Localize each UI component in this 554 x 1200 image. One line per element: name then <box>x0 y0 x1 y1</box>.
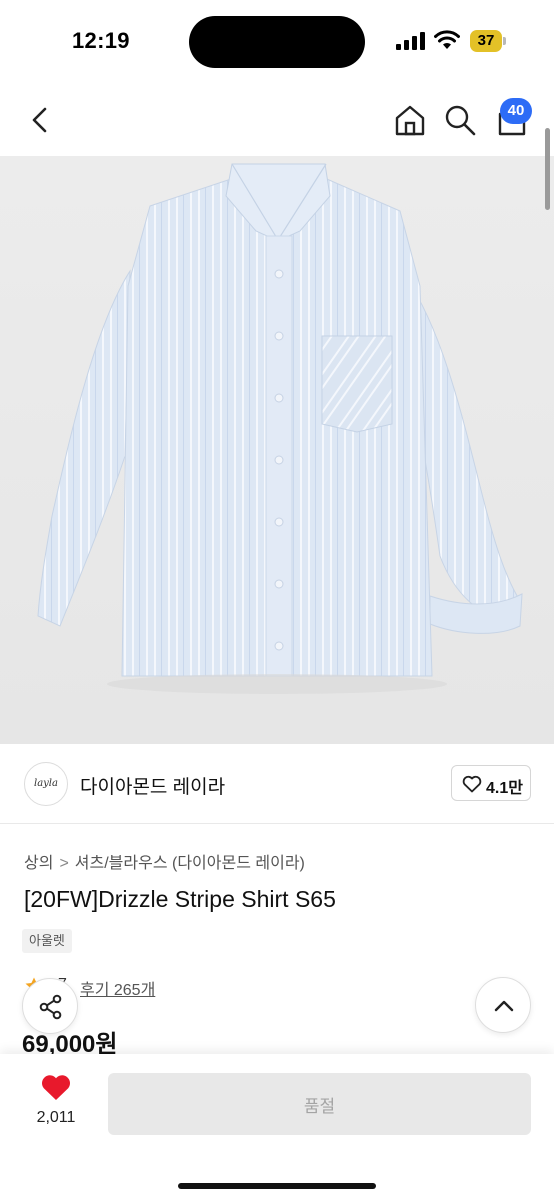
shirt-illustration <box>37 163 523 694</box>
brand-like-button[interactable]: 4.1만 <box>451 765 531 801</box>
heart-outline-icon <box>462 775 482 793</box>
product-image[interactable] <box>0 156 554 744</box>
top-nav-bar <box>0 84 554 156</box>
battery-icon: 37 <box>470 30 506 52</box>
heart-filled-icon[interactable] <box>40 1072 72 1102</box>
breadcrumb-item[interactable]: 상의 <box>24 849 53 873</box>
cart-count-badge: 40 <box>500 98 532 124</box>
home-indicator[interactable] <box>178 1183 376 1189</box>
sold-out-button[interactable]: 품절 <box>108 1073 531 1135</box>
battery-level: 37 <box>477 32 495 49</box>
signal-bars-icon <box>396 32 425 50</box>
breadcrumb: 상의 > 셔츠/블라우스 (다이아몬드 레이라) <box>24 849 305 873</box>
chevron-right-icon: > <box>59 855 69 872</box>
breadcrumb-item[interactable]: 셔츠/블라우스 (다이아몬드 레이라) <box>75 849 305 873</box>
brand-row[interactable]: layla 다이아몬드 레이라 4.1만 <box>0 744 554 824</box>
chevron-up-icon <box>494 1000 514 1012</box>
outlet-tag: 아울렛 <box>22 929 72 953</box>
scroll-to-top-button[interactable] <box>475 977 531 1033</box>
product-title: [20FW]Drizzle Stripe Shirt S65 <box>24 886 336 912</box>
share-icon <box>39 994 62 1020</box>
dynamic-island <box>189 16 365 68</box>
status-time: 12:19 <box>72 28 130 53</box>
wishlist-count: 2,011 <box>36 1109 76 1126</box>
search-icon[interactable] <box>442 102 478 138</box>
page-scrollbar[interactable] <box>545 128 550 210</box>
wifi-icon <box>434 30 460 49</box>
brand-name[interactable]: 다이아몬드 레이라 <box>80 772 225 799</box>
brand-like-count: 4.1만 <box>486 780 523 797</box>
bottom-action-bar: 2,011 품절 <box>0 1054 554 1200</box>
reviews-link[interactable]: 후기 265개 <box>80 976 155 1000</box>
status-bar: 12:19 37 <box>0 0 554 84</box>
brand-logo[interactable]: layla <box>24 762 68 806</box>
share-button[interactable] <box>22 978 78 1034</box>
home-icon[interactable] <box>392 102 428 138</box>
chevron-left-icon[interactable] <box>24 102 56 138</box>
